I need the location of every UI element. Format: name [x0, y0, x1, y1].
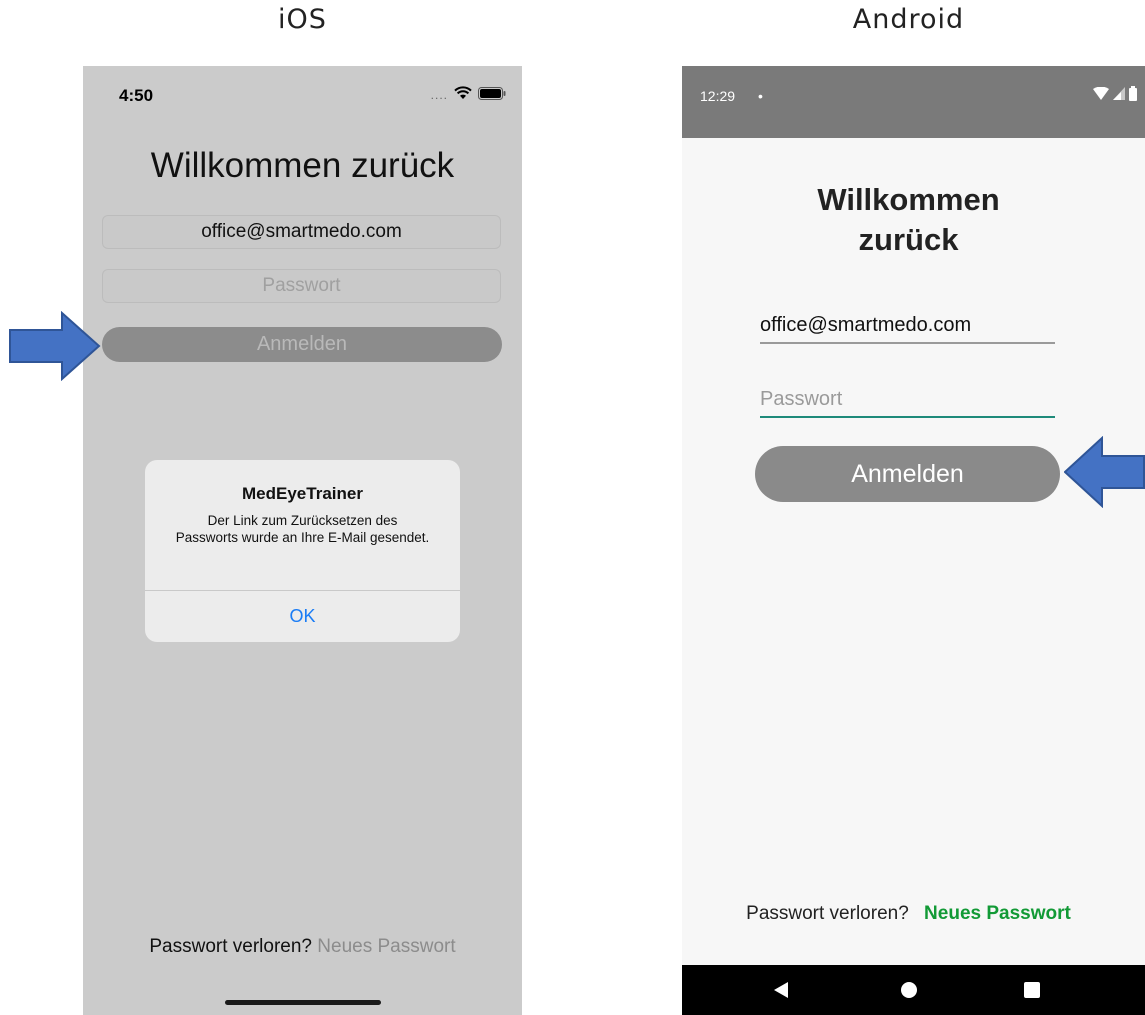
login-button[interactable]: Anmelden	[755, 446, 1060, 502]
android-heading: Android	[852, 4, 965, 35]
recents-icon[interactable]	[1023, 981, 1041, 999]
android-status-bar: 12:29 •	[682, 66, 1145, 138]
signal-dots-icon: ....	[430, 88, 448, 102]
comparison-page: iOS Android 4:50 .... Willkommen zurück …	[0, 0, 1145, 1015]
android-status-icons	[1093, 86, 1137, 101]
password-field[interactable]: Passwort	[760, 388, 1055, 418]
alert-dialog: MedEyeTrainer Der Link zum Zurücksetzen …	[145, 460, 460, 642]
back-icon[interactable]	[773, 981, 789, 999]
alert-title: MedEyeTrainer	[242, 484, 363, 503]
wifi-icon	[454, 86, 472, 99]
password-field[interactable]: Passwort	[102, 269, 501, 303]
ios-screen: 4:50 .... Willkommen zurück office@smart…	[83, 66, 522, 1015]
ios-status-time: 4:50	[119, 86, 154, 105]
lost-password-row: Passwort verloren? Neues Passwort	[83, 936, 522, 958]
page-title-line1: Willkommen	[817, 182, 1000, 217]
alert-ok-button[interactable]: OK	[145, 591, 460, 642]
email-field[interactable]: office@smartmedo.com	[760, 314, 1055, 344]
page-title-line2: zurück	[858, 222, 959, 257]
login-button[interactable]: Anmelden	[102, 327, 502, 362]
android-screen: 12:29 • Willkommen zurück office@smartme…	[682, 66, 1145, 1015]
page-title: Willkommen zurück	[150, 146, 455, 185]
lost-password-row: Passwort verloren? Neues Passwort	[682, 903, 1135, 925]
battery-icon	[478, 86, 506, 100]
cell-signal-icon	[1113, 86, 1125, 100]
notification-dot: •	[758, 88, 763, 104]
lost-password-text: Passwort verloren?	[149, 936, 312, 957]
home-indicator[interactable]	[225, 1000, 381, 1005]
android-status-time: 12:29	[700, 88, 736, 104]
wifi-icon	[1093, 86, 1109, 100]
arrow-left-icon	[1064, 436, 1145, 508]
battery-icon	[1129, 86, 1137, 101]
email-field[interactable]: office@smartmedo.com	[102, 215, 501, 249]
home-icon[interactable]	[900, 981, 918, 999]
ios-heading: iOS	[278, 4, 327, 35]
new-password-link[interactable]: Neues Passwort	[924, 903, 1071, 924]
arrow-right-icon	[9, 311, 101, 381]
new-password-link[interactable]: Neues Passwort	[317, 936, 455, 957]
android-nav-bar	[682, 965, 1145, 1015]
alert-message: Der Link zum Zurücksetzen des Passworts …	[175, 513, 430, 545]
ios-status-icons: ....	[431, 84, 506, 102]
page-title: Willkommen zurück	[682, 180, 1135, 260]
lost-password-text: Passwort verloren?	[746, 903, 909, 924]
